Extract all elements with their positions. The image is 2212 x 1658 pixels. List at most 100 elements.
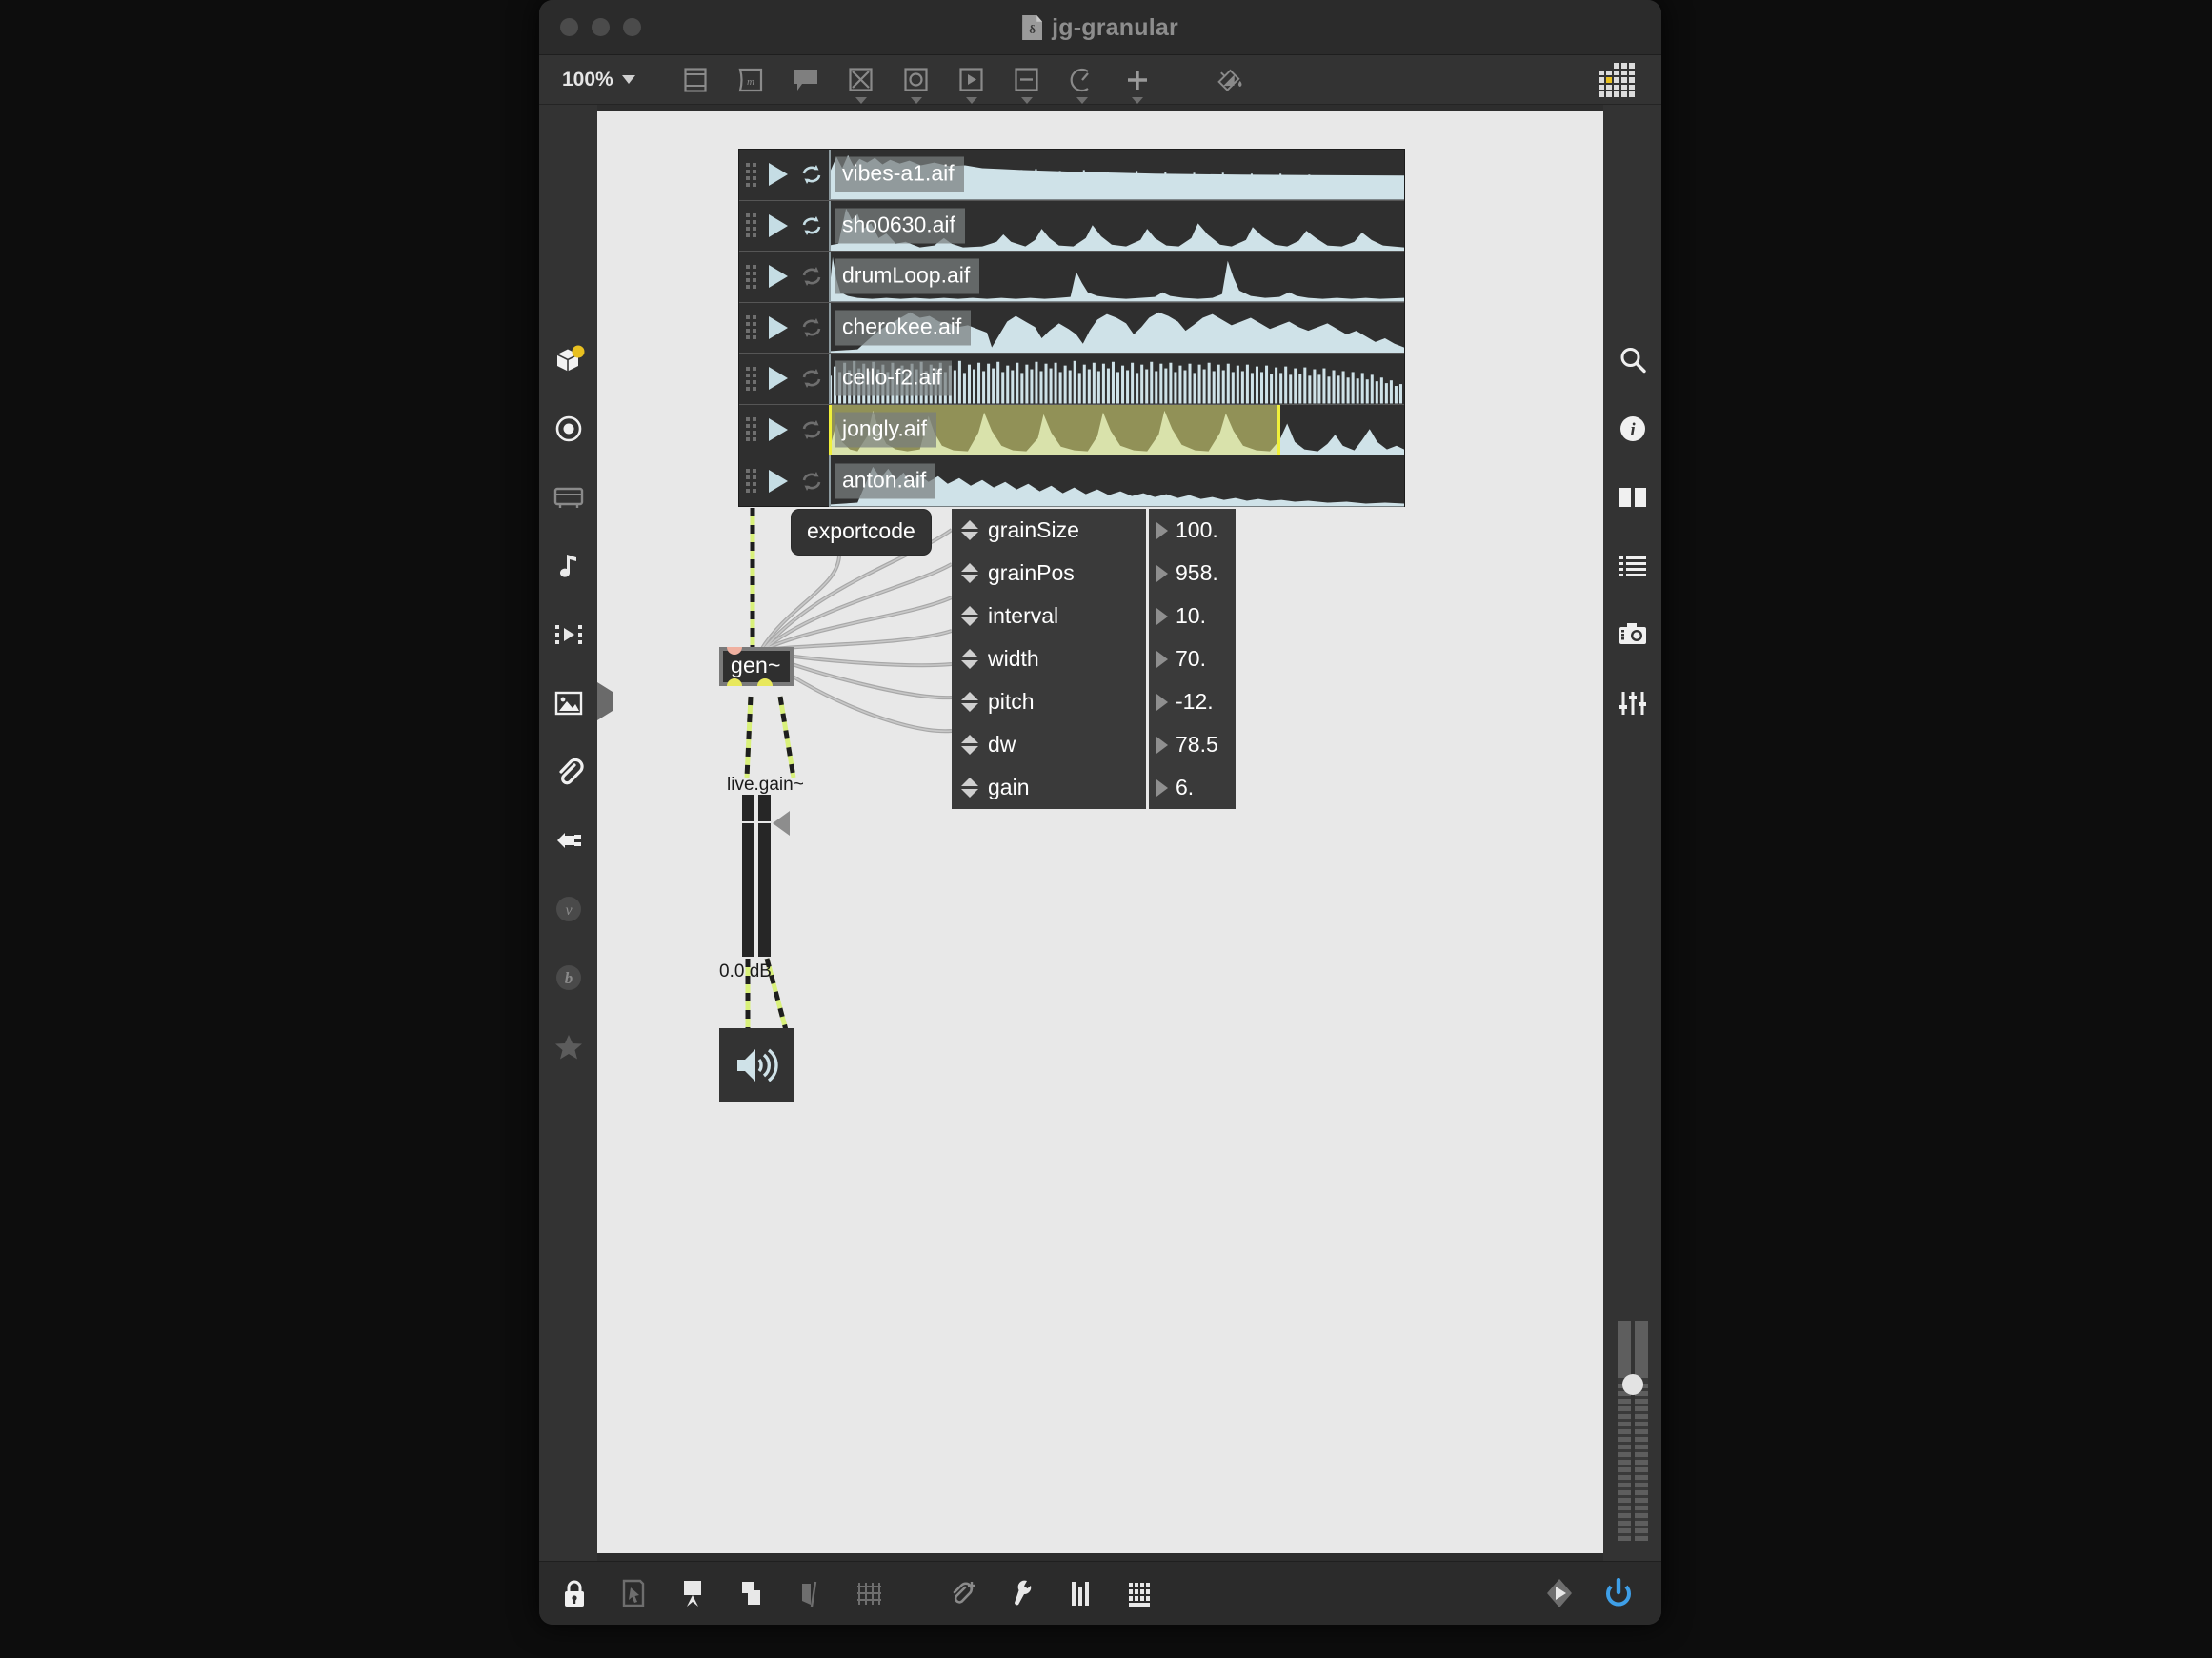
zoom-level-dropdown[interactable]: 100% (562, 69, 635, 91)
spinner-icon[interactable] (961, 735, 978, 755)
sidebar-list[interactable] (1603, 532, 1661, 600)
row-play-button[interactable] (762, 417, 794, 441)
param-grainPos-value-box[interactable]: 958. (1146, 552, 1236, 595)
playlist-row[interactable]: anton.aif (739, 455, 1404, 507)
param-width[interactable]: width 70. (952, 637, 1236, 680)
sidebar-favorites[interactable] (539, 1012, 597, 1081)
comment-tool[interactable] (792, 65, 820, 95)
toggle-tool[interactable] (847, 65, 875, 104)
param-grainSize-value-box[interactable]: 100. (1146, 509, 1236, 552)
pattern-grid-button[interactable] (1599, 63, 1635, 97)
sidebar-vizzie[interactable]: v (539, 875, 597, 943)
playlist-row[interactable]: jongly.aif (739, 404, 1404, 455)
playlist-row[interactable]: vibes-a1.aif (739, 150, 1404, 201)
spinner-icon[interactable] (961, 520, 978, 540)
audio-power-button[interactable] (1589, 1562, 1648, 1626)
param-grainPos[interactable]: grainPos 958. (952, 552, 1236, 595)
row-play-button[interactable] (762, 367, 794, 391)
sound-file-playlist[interactable]: vibes-a1.aif sho0630.aif drumLoop.aif ch… (738, 149, 1405, 507)
dial-tool[interactable] (1068, 65, 1096, 104)
button-tool[interactable] (902, 65, 931, 104)
sidebar-info[interactable]: i (1603, 394, 1661, 463)
row-play-button[interactable] (762, 163, 794, 187)
param-gain[interactable]: gain 6. (952, 766, 1236, 809)
master-level-meter[interactable] (1616, 1321, 1650, 1541)
spinner-icon[interactable] (961, 649, 978, 669)
row-play-button[interactable] (762, 315, 794, 339)
playlist-row[interactable]: cello-f2.aif (739, 354, 1404, 405)
param-grainSize-name-box[interactable]: grainSize (952, 509, 1146, 552)
edit-mode-button[interactable] (604, 1562, 663, 1626)
row-loop-button[interactable] (794, 418, 829, 441)
sidebar-images[interactable] (539, 669, 597, 738)
param-dw-value-box[interactable]: 78.5 (1146, 723, 1236, 766)
spinner-icon[interactable] (961, 692, 978, 712)
master-volume-knob[interactable] (1622, 1374, 1643, 1395)
row-loop-button[interactable] (794, 163, 829, 186)
paint-tool[interactable] (1217, 65, 1245, 95)
param-interval-value-box[interactable]: 10. (1146, 595, 1236, 637)
param-grainSize[interactable]: grainSize 100. (952, 509, 1236, 552)
param-dw-name-box[interactable]: dw (952, 723, 1146, 766)
sidebar-search[interactable] (1603, 326, 1661, 394)
param-pitch-name-box[interactable]: pitch (952, 680, 1146, 723)
row-play-button[interactable] (762, 213, 794, 237)
gen-tilde-object[interactable]: gen~ (719, 647, 794, 686)
row-loop-button[interactable] (794, 470, 829, 493)
row-play-button[interactable] (762, 469, 794, 493)
row-drag-handle[interactable] (739, 354, 762, 404)
sidebar-keyboard[interactable] (539, 463, 597, 532)
sidebar-clips[interactable] (539, 600, 597, 669)
playback-tool[interactable] (957, 65, 986, 104)
sidebar-audio[interactable] (539, 532, 597, 600)
spinner-icon[interactable] (961, 563, 978, 583)
param-width-name-box[interactable]: width (952, 637, 1146, 680)
row-loop-button[interactable] (794, 316, 829, 339)
play-transport-button[interactable] (1530, 1562, 1589, 1626)
row-loop-button[interactable] (794, 367, 829, 390)
row-drag-handle[interactable] (739, 150, 762, 200)
presentation-mode-button[interactable] (663, 1562, 722, 1626)
close-button[interactable] (560, 18, 578, 36)
sidebar-devices[interactable] (539, 806, 597, 875)
row-drag-handle[interactable] (739, 252, 762, 302)
param-gain-name-box[interactable]: gain (952, 766, 1146, 809)
object-box-tool[interactable] (681, 65, 710, 95)
sidebar-attachments[interactable] (539, 738, 597, 806)
inspector-button[interactable] (993, 1562, 1052, 1626)
spinner-icon[interactable] (961, 606, 978, 626)
playlist-row[interactable]: drumLoop.aif (739, 252, 1404, 303)
gain-handle-icon[interactable] (773, 811, 790, 836)
row-drag-handle[interactable] (739, 405, 762, 455)
row-loop-button[interactable] (794, 214, 829, 237)
exportcode-message[interactable]: exportcode (791, 509, 932, 556)
message-box-tool[interactable]: m (736, 65, 765, 95)
add-object-tool[interactable] (1123, 65, 1152, 104)
sidebar-parameters[interactable] (1603, 669, 1661, 738)
sidebar-panels[interactable] (1603, 463, 1661, 532)
left-panel-tab[interactable] (597, 682, 613, 720)
row-play-button[interactable] (762, 265, 794, 289)
align-button[interactable] (781, 1562, 840, 1626)
sidebar-snapshot[interactable] (1603, 600, 1661, 669)
slider-tool[interactable] (1013, 65, 1041, 104)
lock-patcher-button[interactable] (545, 1562, 604, 1626)
param-dw[interactable]: dw 78.5 (952, 723, 1236, 766)
sidebar-beap[interactable]: b (539, 943, 597, 1012)
row-drag-handle[interactable] (739, 455, 762, 507)
spinner-icon[interactable] (961, 778, 978, 798)
grid-snap-button[interactable] (840, 1562, 899, 1626)
row-drag-handle[interactable] (739, 201, 762, 252)
patcher-canvas[interactable]: vibes-a1.aif sho0630.aif drumLoop.aif ch… (597, 111, 1603, 1553)
row-drag-handle[interactable] (739, 303, 762, 354)
param-interval-name-box[interactable]: interval (952, 595, 1146, 637)
param-grainPos-name-box[interactable]: grainPos (952, 552, 1146, 595)
param-pitch[interactable]: pitch -12. (952, 680, 1236, 723)
sidebar-target[interactable] (539, 394, 597, 463)
param-width-value-box[interactable]: 70. (1146, 637, 1236, 680)
keyboard-shortcuts-button[interactable] (1111, 1562, 1170, 1626)
mixer-button[interactable] (1052, 1562, 1111, 1626)
param-gain-value-box[interactable]: 6. (1146, 766, 1236, 809)
sidebar-packages[interactable] (539, 326, 597, 394)
playlist-row[interactable]: cherokee.aif (739, 302, 1404, 354)
